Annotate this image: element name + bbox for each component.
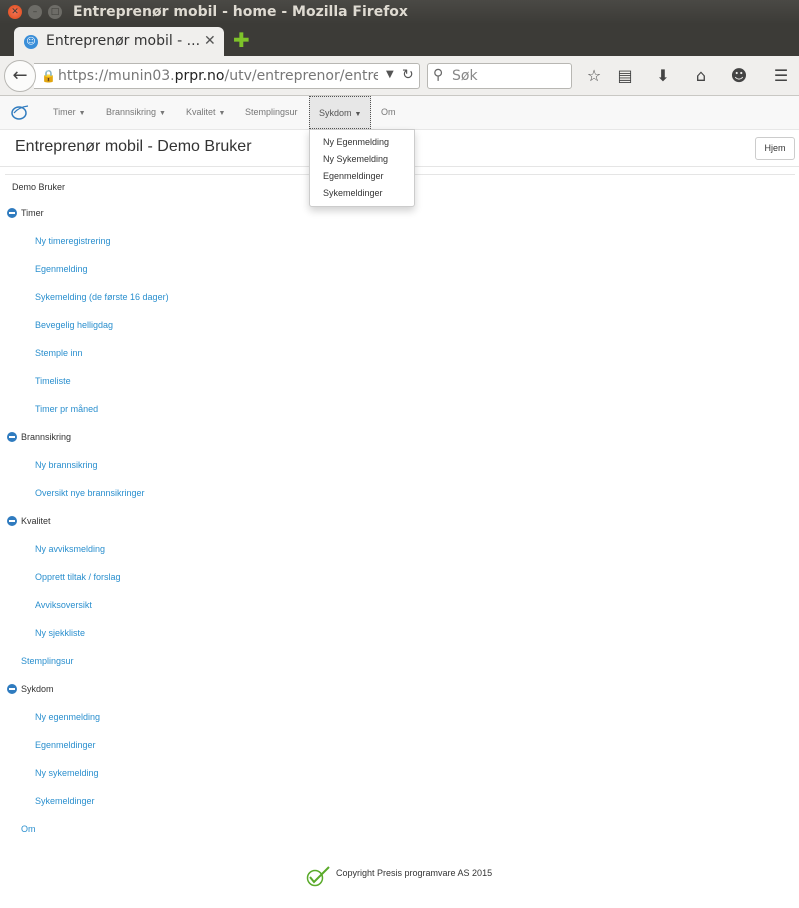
caret-down-icon: ▼ — [78, 110, 86, 117]
app-navbar: Timer ▼ Brannsikring ▼ Kvalitet ▼ Stempling… — [0, 96, 799, 130]
link-ny-timeregistrering[interactable]: Ny timeregistrering — [35, 236, 111, 246]
user-name: Demo Bruker — [12, 182, 66, 192]
tab-close-icon[interactable]: ✕ — [204, 33, 216, 49]
browser-navbar: 🔒 https://munin03.prpr.no/utv/entrepreno… — [0, 56, 799, 96]
new-tab-button[interactable]: ✚ — [233, 30, 250, 50]
collapse-icon[interactable] — [7, 516, 17, 526]
link-opprett-tiltak[interactable]: Opprett tiltak / forslag — [35, 572, 121, 582]
browser-tab[interactable]: ☺ Entreprenør mobil - ... ✕ — [14, 27, 224, 56]
menu-group-timer: Timer — [21, 208, 44, 218]
page-title: Entreprenør mobil - Demo Bruker — [15, 138, 252, 155]
nav-stemplingsur[interactable]: Stemplingsur — [245, 96, 298, 129]
nav-brannsikring[interactable]: Brannsikring ▼ — [106, 96, 166, 129]
search-icon: ⚲ — [433, 67, 444, 83]
nav-om[interactable]: Om — [381, 96, 396, 129]
link-egenmeldinger[interactable]: Egenmeldinger — [35, 740, 96, 750]
link-timer-pr-maned[interactable]: Timer pr måned — [35, 404, 98, 414]
download-icon[interactable]: ⬇ — [653, 66, 673, 86]
menu-group-sykdom: Sykdom — [21, 684, 54, 694]
link-om[interactable]: Om — [21, 824, 36, 834]
site-favicon-icon: ☺ — [24, 35, 38, 49]
nav-timer[interactable]: Timer ▼ — [53, 96, 86, 129]
window-maximize-button[interactable]: □ — [48, 5, 62, 19]
url-history-dropdown-icon[interactable]: ▼ — [386, 69, 394, 80]
link-avviksoversikt[interactable]: Avviksoversikt — [35, 600, 92, 610]
link-ny-egenmelding[interactable]: Ny egenmelding — [35, 712, 100, 722]
link-stemple-inn[interactable]: Stemple inn — [35, 348, 83, 358]
menu-group-kvalitet: Kvalitet — [21, 516, 51, 526]
brand-logo-icon[interactable] — [10, 103, 30, 121]
window-title: Entreprenør mobil - home - Mozilla Firef… — [73, 4, 408, 20]
search-input[interactable]: ⚲ Søk — [427, 63, 572, 89]
smiley-icon[interactable]: ☻ — [729, 66, 749, 86]
caret-down-icon: ▼ — [354, 111, 362, 118]
footer-copyright: Copyright Presis programvare AS 2015 — [336, 868, 493, 878]
link-stemplingsur[interactable]: Stemplingsur — [21, 656, 74, 666]
link-ny-brannsikring[interactable]: Ny brannsikring — [35, 460, 98, 470]
url-bar[interactable]: 🔒 https://munin03.prpr.no/utv/entrepreno… — [34, 63, 420, 89]
reading-list-icon[interactable]: ▤ — [615, 66, 635, 86]
collapse-icon[interactable] — [7, 432, 17, 442]
menu-group-brannsikring: Brannsikring — [21, 432, 72, 442]
home-button[interactable]: Hjem — [755, 137, 795, 160]
link-sykemelding-16[interactable]: Sykemelding (de første 16 dager) — [35, 292, 169, 302]
link-timeliste[interactable]: Timeliste — [35, 376, 71, 386]
link-bevegelig-helligdag[interactable]: Bevegelig helligdag — [35, 320, 113, 330]
dropdown-item-sykemeldinger[interactable]: Sykemeldinger — [323, 188, 383, 198]
arrow-left-icon: ← — [12, 65, 28, 86]
sykdom-dropdown-menu: Ny Egenmelding Ny Sykemelding Egenmeldin… — [309, 129, 415, 207]
link-egenmelding[interactable]: Egenmelding — [35, 264, 88, 274]
window-close-button[interactable]: ✕ — [8, 5, 22, 19]
home-icon[interactable]: ⌂ — [691, 66, 711, 86]
collapse-icon[interactable] — [7, 208, 17, 218]
lock-icon: 🔒 — [41, 69, 56, 83]
company-logo-icon — [306, 866, 330, 887]
caret-down-icon: ▼ — [159, 110, 166, 117]
tab-title: Entreprenør mobil - ... — [46, 33, 201, 49]
dropdown-item-ny-sykemelding[interactable]: Ny Sykemelding — [323, 154, 388, 164]
window-titlebar: ✕ – □ Entreprenør mobil - home - Mozilla… — [0, 0, 799, 24]
link-ny-avviksmelding[interactable]: Ny avviksmelding — [35, 544, 105, 554]
link-ny-sjekkliste[interactable]: Ny sjekkliste — [35, 628, 85, 638]
tab-strip: ☺ Entreprenør mobil - ... ✕ ✚ — [0, 24, 799, 56]
link-ny-sykemelding[interactable]: Ny sykemelding — [35, 768, 99, 778]
back-button[interactable]: ← — [4, 60, 36, 92]
dropdown-item-ny-egenmelding[interactable]: Ny Egenmelding — [323, 137, 389, 147]
dropdown-item-egenmeldinger[interactable]: Egenmeldinger — [323, 171, 384, 181]
reload-icon[interactable]: ↻ — [402, 67, 414, 83]
nav-sykdom[interactable]: Sykdom ▼ — [309, 96, 371, 129]
bookmark-star-icon[interactable]: ☆ — [584, 66, 604, 86]
link-oversikt-brannsikringer[interactable]: Oversikt nye brannsikringer — [35, 488, 145, 498]
nav-kvalitet[interactable]: Kvalitet ▼ — [186, 96, 225, 129]
menu-icon[interactable]: ☰ — [771, 66, 791, 86]
caret-down-icon: ▼ — [218, 110, 226, 117]
window-minimize-button[interactable]: – — [28, 5, 42, 19]
url-text[interactable]: https://munin03.prpr.no/utv/entreprenor/… — [58, 68, 378, 84]
link-sykemeldinger[interactable]: Sykemeldinger — [35, 796, 95, 806]
search-placeholder: Søk — [452, 68, 478, 84]
collapse-icon[interactable] — [7, 684, 17, 694]
